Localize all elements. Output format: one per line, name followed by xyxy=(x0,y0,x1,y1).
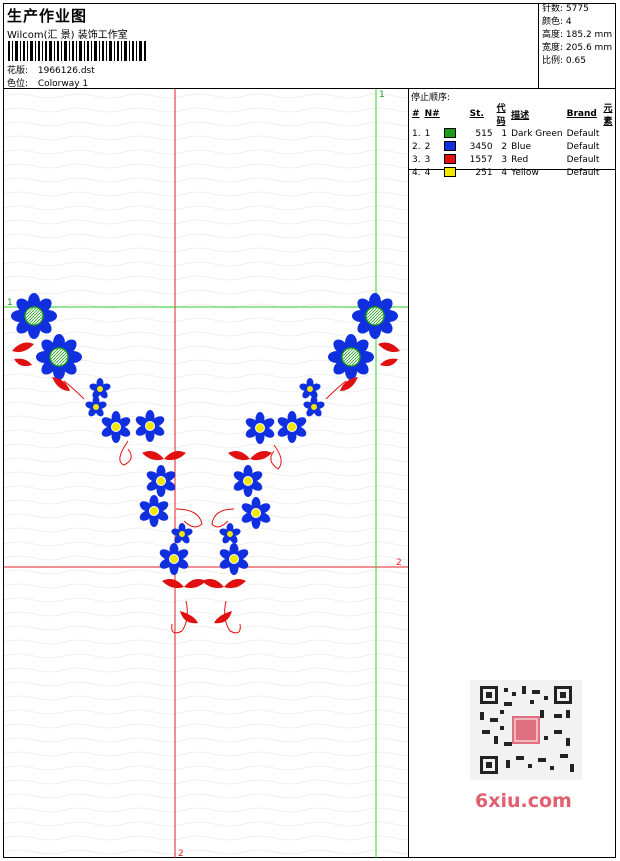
header: 生产作业图 Wilcom(汇 景) 装饰工作室 花版: 1966126.dst … xyxy=(4,4,538,89)
panel-divider xyxy=(408,88,409,858)
table-row[interactable]: 1. 1 515 1 Dark Green Default xyxy=(410,127,616,140)
col-element: 元素 xyxy=(603,104,613,127)
guide-label-bottom: 2 xyxy=(178,849,184,858)
guide-label-left: 1 xyxy=(7,298,13,308)
stat-colors: 颜色: 4 xyxy=(542,17,572,27)
company-name: Wilcom(汇 景) 装饰工作室 xyxy=(7,30,128,41)
color-swatch xyxy=(443,128,456,139)
color-table-header: # N# St. 代码 描述 Brand 元素 xyxy=(410,101,616,127)
col-number: N# xyxy=(424,109,440,119)
table-row[interactable]: 4. 4 251 4 Yellow Default xyxy=(410,166,616,179)
col-code: 代码 xyxy=(496,104,506,127)
stat-scale: 比例: 0.65 xyxy=(542,56,586,66)
page-title: 生产作业图 xyxy=(7,7,88,25)
guide-label-top-right: 1 xyxy=(379,90,385,100)
table-row[interactable]: 2. 2 3450 2 Blue Default xyxy=(410,140,616,153)
design-canvas[interactable]: 1 1 2 2 xyxy=(4,89,408,858)
color-table: # N# St. 代码 描述 Brand 元素 1. 1 515 1 Dark Gr… xyxy=(410,101,616,179)
col-hash: # xyxy=(412,109,420,119)
stat-width: 宽度: 205.6 mm xyxy=(542,43,613,53)
col-stitches: St. xyxy=(469,109,484,119)
color-swatch xyxy=(443,167,456,178)
color-swatch xyxy=(443,154,456,165)
design-label: 花版: xyxy=(7,66,29,76)
stat-height: 高度: 185.2 mm xyxy=(542,30,613,40)
guide-label-right: 2 xyxy=(396,558,402,568)
design-file-value: 1966126.dst xyxy=(37,66,95,76)
embroidery-preview: 1 1 2 2 xyxy=(4,89,408,858)
watermark-text: 6xiu.com xyxy=(475,790,572,812)
barcode xyxy=(8,41,146,61)
color-legend: 停止顺序: # N# St. 代码 描述 Brand 元素 1. 1 515 1 D… xyxy=(409,89,616,178)
col-description: 描述 xyxy=(511,110,530,121)
color-swatch xyxy=(443,141,456,152)
stats-panel: 针数: 5775 颜色: 4 高度: 185.2 mm 宽度: 205.6 mm… xyxy=(538,3,617,88)
design-file-row: 花版: 1966126.dst xyxy=(7,63,95,76)
qr-code-image xyxy=(470,680,582,780)
col-brand: Brand xyxy=(566,109,597,119)
stat-stitches: 针数: 5775 xyxy=(542,4,589,14)
table-row[interactable]: 3. 3 1557 3 Red Default xyxy=(410,153,616,166)
